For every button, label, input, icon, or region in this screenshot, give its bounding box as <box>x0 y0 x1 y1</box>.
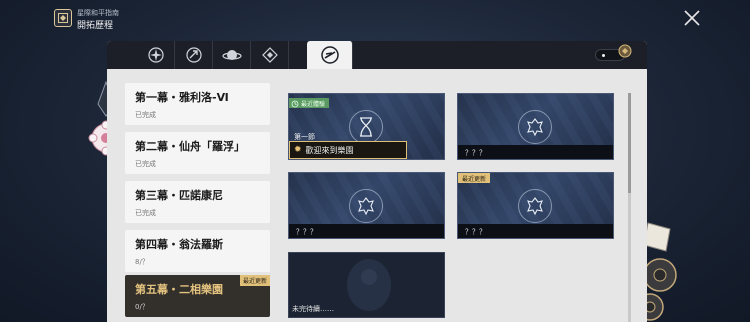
episode-title: 歡迎來到樂園 <box>305 145 354 155</box>
badge-emblem-icon <box>618 44 632 58</box>
chapter-status: 0/？ <box>135 303 149 311</box>
scrollbar[interactable] <box>628 93 631 322</box>
chapter-status: 已完成 <box>135 160 156 168</box>
recent-update-badge: 最近更新 <box>239 275 270 286</box>
to-be-continued-card: 未完待續…… <box>288 252 445 318</box>
recent-read-badge: 最近體驗 <box>289 98 330 108</box>
scroll-thumb[interactable] <box>628 93 631 193</box>
category-tab-bar <box>107 41 647 69</box>
close-icon <box>684 10 700 26</box>
tab-compass[interactable] <box>137 41 175 69</box>
mask-icon <box>349 189 383 223</box>
chapter-title: 第三幕・匹諾康尼 <box>135 189 223 202</box>
guide-book-icon[interactable] <box>54 9 72 27</box>
chapter-item-3[interactable]: 第三幕・匹諾康尼 已完成 <box>125 181 270 223</box>
clock-icon <box>291 100 299 107</box>
episode-card-2[interactable]: ？？？ <box>457 93 614 160</box>
episode-card-4[interactable]: 最近更新 ？？？ <box>457 172 614 239</box>
episode-card-1[interactable]: 最近體驗 第一節 ✹ 歡迎來到樂園 <box>288 93 445 160</box>
chapter-item-2[interactable]: 第二幕・仙舟「羅浮」 已完成 <box>125 132 270 174</box>
chapter-status: 8/？ <box>135 258 149 266</box>
chapter-title: 第四幕・翁法羅斯 <box>135 238 223 251</box>
chapter-item-5[interactable]: 最近更新 第五幕・二相樂園 0/？ <box>125 275 270 317</box>
hourglass-icon <box>349 110 383 144</box>
trail-icon <box>320 46 339 64</box>
planet-icon <box>221 50 242 60</box>
mask-icon <box>518 189 552 223</box>
crest-icon <box>261 47 278 63</box>
page-title: 開拓歷程 <box>77 21 114 31</box>
journey-panel: 第一幕・雅利洛-Ⅵ 已完成 第二幕・仙舟「羅浮」 已完成 第三幕・匹諾康尼 已完… <box>107 41 647 322</box>
episode-title-bar: ✹ 歡迎來到樂園 <box>289 141 407 159</box>
episode-title: ？？？ <box>458 145 613 159</box>
app-subtitle: 星際和平指南 <box>77 9 119 17</box>
tab-planet[interactable] <box>213 41 251 69</box>
silhouette-icon <box>347 259 391 311</box>
chapter-item-4[interactable]: 第四幕・翁法羅斯 8/？ <box>125 230 270 272</box>
chapter-item-1[interactable]: 第一幕・雅利洛-Ⅵ 已完成 <box>125 83 270 125</box>
close-button[interactable] <box>682 8 702 28</box>
tab-shield[interactable] <box>175 41 213 69</box>
compass-icon <box>147 47 164 63</box>
tab-crest[interactable] <box>251 41 289 69</box>
episode-title: ？？？ <box>289 224 444 238</box>
chapter-title: 第一幕・雅利洛-Ⅵ <box>135 91 229 104</box>
sun-icon: ✹ <box>294 145 302 155</box>
shield-arrow-icon <box>185 47 202 63</box>
to-be-continued-text: 未完待續…… <box>292 305 334 313</box>
tab-trail[interactable] <box>307 41 353 69</box>
recent-update-badge: 最近更新 <box>458 173 491 183</box>
chapter-status: 已完成 <box>135 209 156 217</box>
episode-title: ？？？ <box>458 224 613 238</box>
chapter-title: 第五幕・二相樂園 <box>135 283 223 296</box>
recent-read-label: 最近體驗 <box>301 101 326 108</box>
chapter-title: 第二幕・仙舟「羅浮」 <box>135 140 245 153</box>
mask-icon <box>518 110 552 144</box>
top-bar: 星際和平指南 開拓歷程 <box>0 0 750 36</box>
episode-card-3[interactable]: ？？？ <box>288 172 445 239</box>
chapter-status: 已完成 <box>135 111 156 119</box>
